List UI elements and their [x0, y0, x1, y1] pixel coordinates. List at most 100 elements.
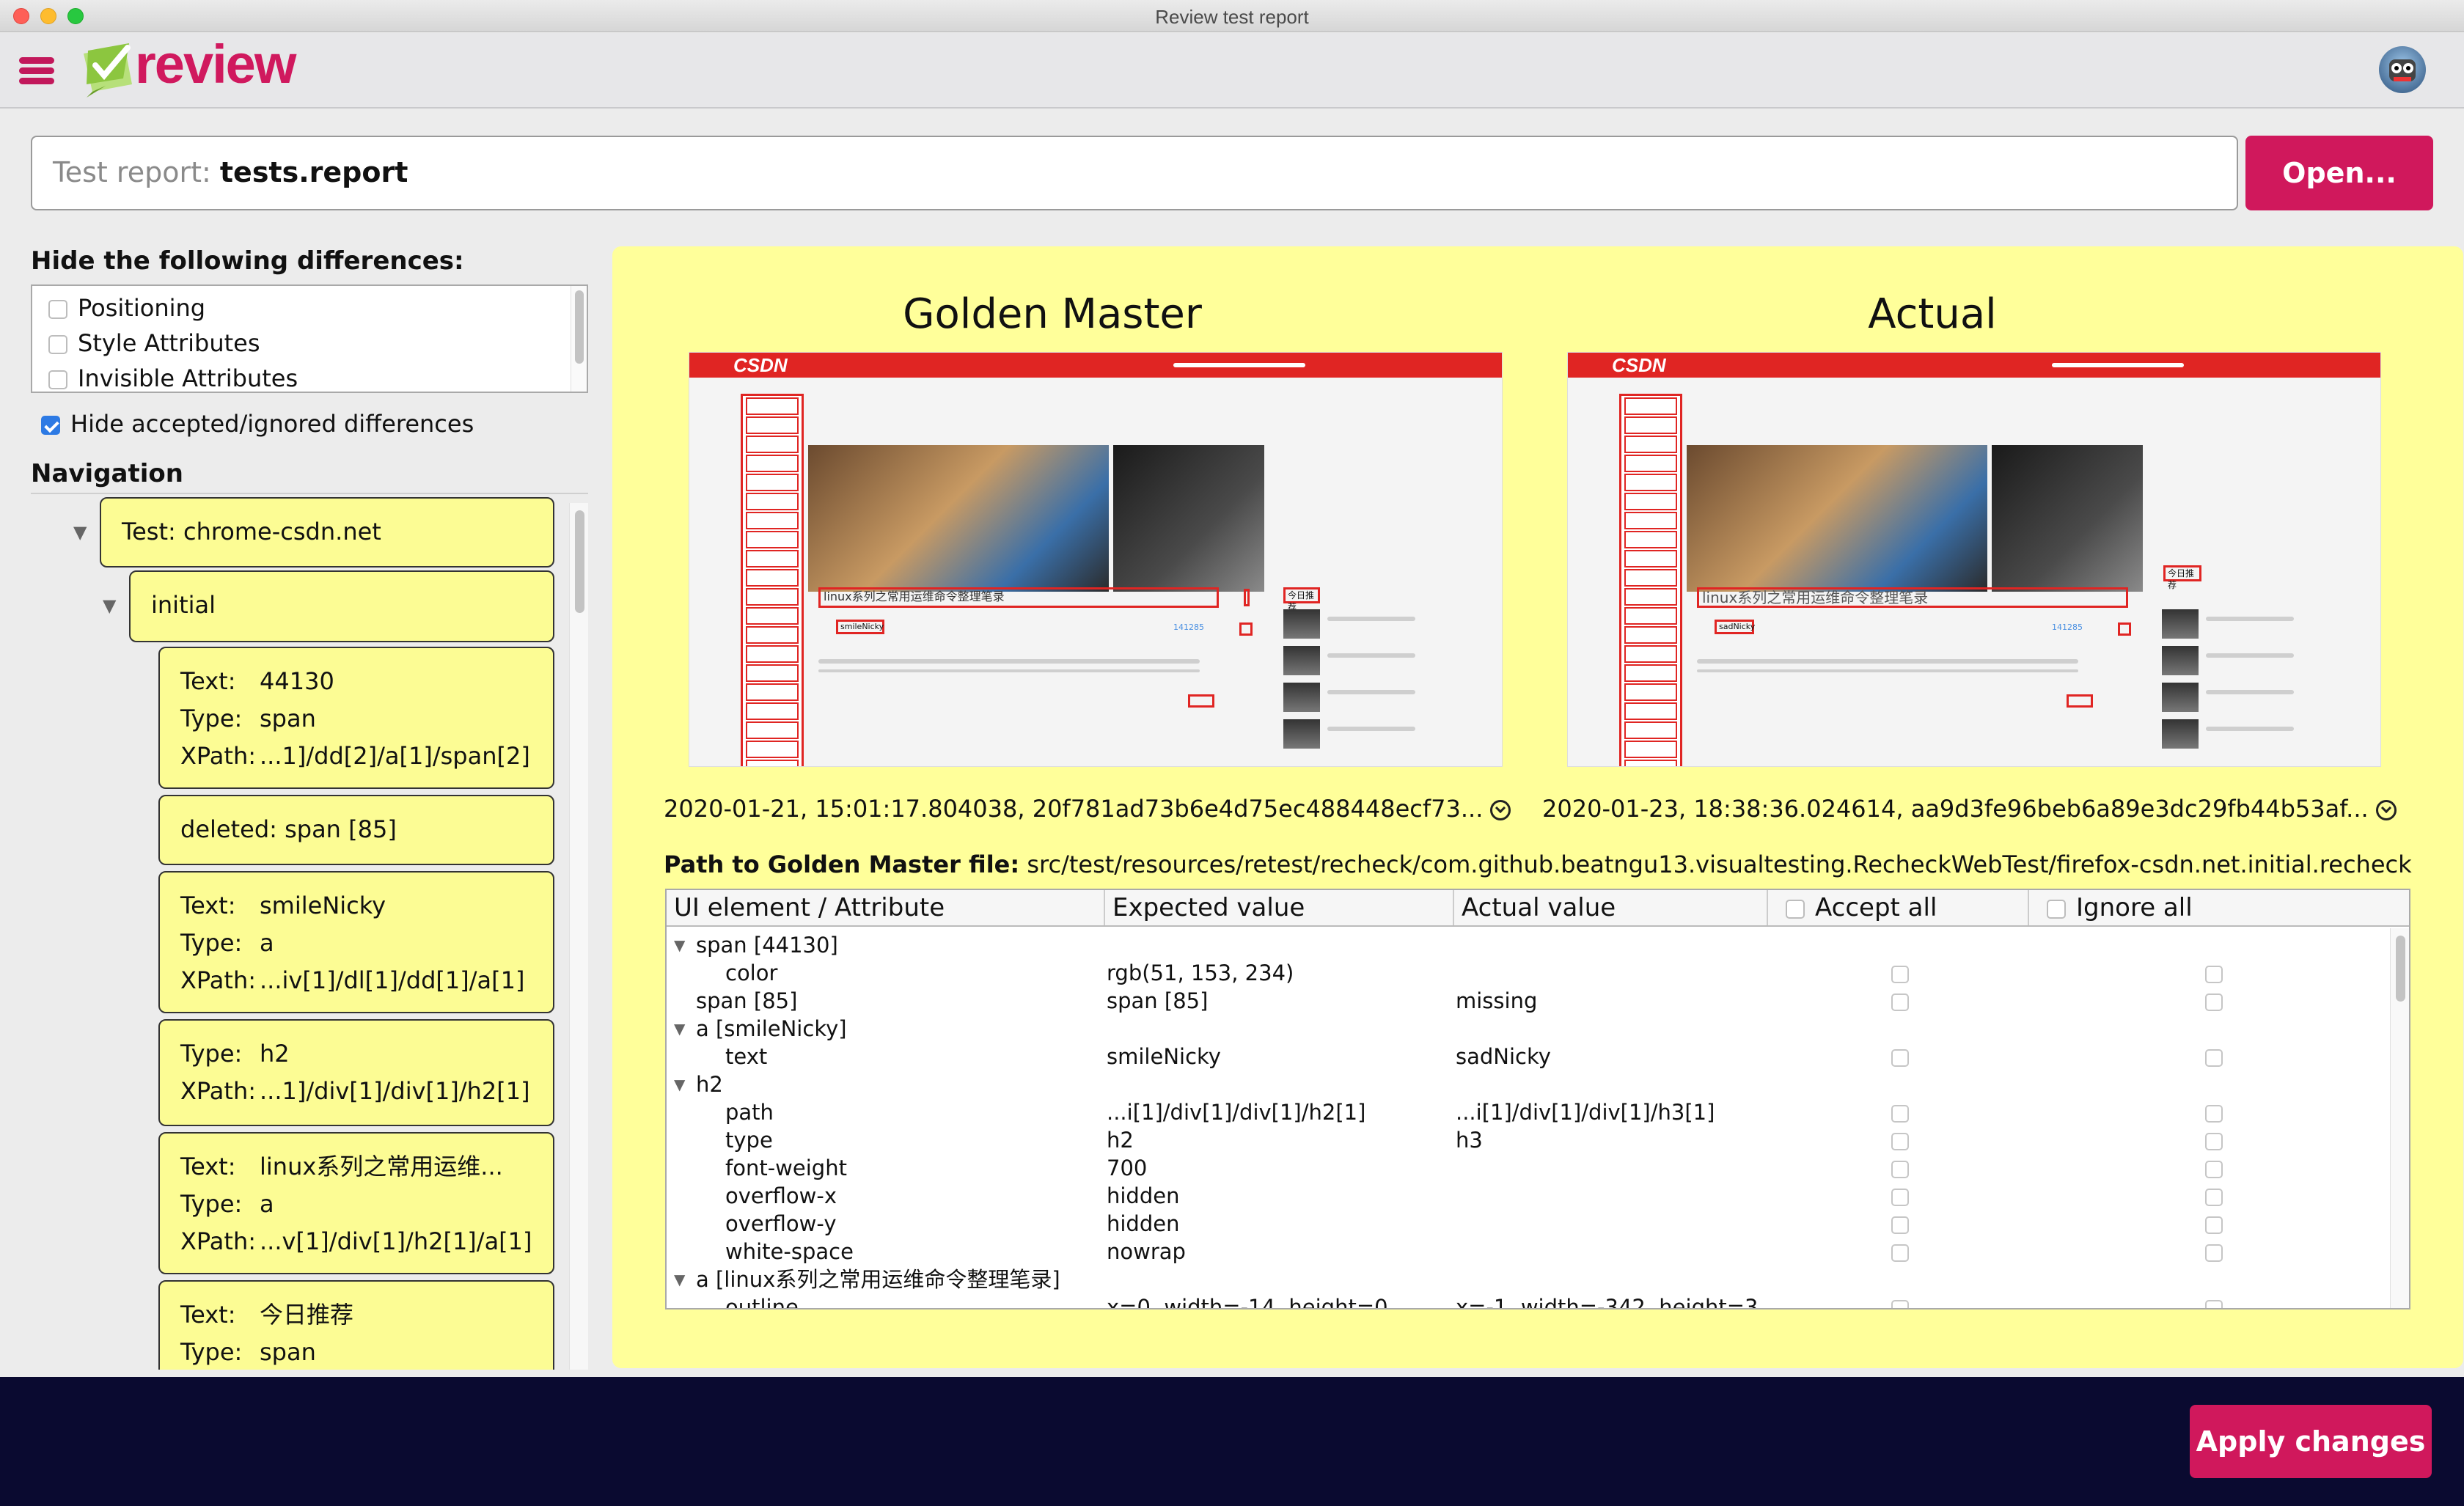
accept-checkbox[interactable]	[1891, 1161, 1909, 1178]
accept-checkbox[interactable]	[1891, 1216, 1909, 1234]
checkbox-icon[interactable]	[48, 300, 67, 319]
table-row[interactable]: font-weight 700	[667, 1154, 2383, 1182]
ignore-checkbox[interactable]	[2205, 1049, 2223, 1067]
filters-heading: Hide the following differences:	[31, 246, 464, 276]
filter-style-attributes[interactable]: Style Attributes	[32, 326, 587, 361]
expand-triangle-icon[interactable]: ▼	[674, 1015, 685, 1043]
table-row[interactable]: color rgb(51, 153, 234)	[667, 959, 2383, 987]
expand-triangle-icon[interactable]: ▼	[103, 595, 116, 616]
ignore-checkbox[interactable]	[2205, 993, 2223, 1011]
cell-element: outline	[725, 1295, 799, 1310]
checkbox-icon[interactable]	[48, 370, 67, 389]
expand-triangle-icon[interactable]: ▼	[674, 1070, 685, 1098]
cell-expected: 700	[1107, 1156, 1148, 1180]
nav-node-value: a	[260, 1190, 274, 1218]
chevron-down-circle-icon[interactable]	[2375, 800, 2397, 820]
column-header-expected[interactable]: Expected value	[1105, 890, 1454, 925]
nav-difference-node[interactable]: Text: smileNicky Type: a XPath: ...iv[1]/dl[1…	[158, 871, 554, 1013]
nav-difference-node[interactable]: deleted: span [85]	[158, 795, 554, 865]
accept-checkbox[interactable]	[1891, 1189, 1909, 1206]
cell-element: path	[725, 1100, 774, 1125]
cell-expected: h2	[1107, 1128, 1134, 1153]
accept-checkbox[interactable]	[1891, 993, 1909, 1011]
navigation-scrollbar[interactable]	[569, 503, 588, 1370]
filters-scrollbar[interactable]	[571, 286, 587, 392]
screenshot-user-label: sadNicky	[1715, 620, 1755, 634]
accept-checkbox[interactable]	[1891, 1049, 1909, 1067]
report-path-field[interactable]: Test report: tests.report	[31, 136, 2238, 210]
ignore-checkbox[interactable]	[2205, 1133, 2223, 1150]
screenshot-highlight-title: linux系列之常用运维命令整理笔录	[1697, 587, 2128, 608]
ignore-all-toggle[interactable]: Ignore all	[2029, 890, 2388, 925]
table-row[interactable]: overflow-y hidden	[667, 1210, 2383, 1238]
hamburger-menu-icon[interactable]	[0, 48, 73, 99]
expand-triangle-icon[interactable]: ▼	[73, 522, 87, 543]
table-row[interactable]: span [85] span [85] missing	[667, 987, 2383, 1015]
nav-node-value: ...1]/dd[2]/a[1]/span[2]	[260, 742, 530, 770]
nav-difference-node[interactable]: Text: 今日推荐 Type: span	[158, 1280, 554, 1370]
table-row[interactable]: overflow-x hidden	[667, 1182, 2383, 1210]
app-logo: review	[135, 34, 296, 95]
nav-difference-node[interactable]: Text: linux系列之常用运维... Type: a XPath: ...v[1]/…	[158, 1132, 554, 1274]
checkbox-icon[interactable]	[1786, 899, 1805, 919]
table-row[interactable]: ▼ h2	[667, 1070, 2383, 1098]
accept-checkbox[interactable]	[1891, 1244, 1909, 1262]
nav-node-line: Text: linux系列之常用运维...	[180, 1148, 532, 1186]
report-value: tests.report	[219, 156, 408, 188]
column-header-element[interactable]: UI element / Attribute	[667, 890, 1105, 925]
table-row[interactable]: ▼ a [smileNicky]	[667, 1015, 2383, 1043]
open-button[interactable]: Open...	[2245, 136, 2433, 210]
actual-screenshot[interactable]: CSDN linux系列之常用运维命令整理笔录 sadNicky 141285 …	[1567, 352, 2381, 767]
filter-invisible-attributes[interactable]: Invisible Attributes	[32, 361, 587, 396]
ignore-checkbox[interactable]	[2205, 1244, 2223, 1262]
nav-node-line: XPath: ...v[1]/div[1]/h2[1]/a[1]	[180, 1223, 532, 1260]
ignore-checkbox[interactable]	[2205, 1161, 2223, 1178]
ignore-checkbox[interactable]	[2205, 1189, 2223, 1206]
golden-master-screenshot[interactable]: CSDN linux系列之常用运维命令整理笔录 smileNicky 14128…	[689, 352, 1503, 767]
table-row[interactable]: outline x=0, width=-14, height=0 x=-1, wid…	[667, 1293, 2383, 1310]
table-row[interactable]: ▼ a [linux系列之常用运维命令整理笔录]	[667, 1266, 2383, 1293]
accept-checkbox[interactable]	[1891, 1300, 1909, 1308]
nav-difference-node[interactable]: Text: 44130 Type: span XPath: ...1]/dd[2]/a[1…	[158, 647, 554, 789]
accept-checkbox[interactable]	[1891, 1133, 1909, 1150]
nav-state-node[interactable]: initial	[129, 570, 554, 642]
checkbox-checked-icon[interactable]	[41, 416, 60, 435]
table-row[interactable]: ▼ span [44130]	[667, 931, 2383, 959]
nav-node-value: 今日推荐	[260, 1301, 354, 1329]
user-avatar[interactable]	[2379, 46, 2426, 93]
nav-difference-node[interactable]: Type: h2 XPath: ...1]/div[1]/div[1]/h2[1]	[158, 1019, 554, 1126]
screenshot-recommend-label: 今日推荐	[2163, 565, 2201, 590]
checkbox-icon[interactable]	[2047, 899, 2066, 919]
scrollbar-thumb[interactable]	[575, 290, 584, 364]
table-row[interactable]: text smileNicky sadNicky	[667, 1043, 2383, 1070]
cell-element: a [smileNicky]	[696, 1016, 847, 1041]
actual-meta: 2020-01-23, 18:38:36.024614, aa9d3fe96be…	[1542, 795, 2397, 823]
hide-accepted-toggle[interactable]: Hide accepted/ignored differences	[41, 409, 474, 438]
nav-test-node[interactable]: Test: chrome-csdn.net	[100, 497, 554, 567]
table-scrollbar[interactable]	[2390, 928, 2409, 1308]
table-row[interactable]: white-space nowrap	[667, 1238, 2383, 1266]
nav-node-value: linux系列之常用运维...	[260, 1153, 503, 1180]
ignore-checkbox[interactable]	[2205, 1300, 2223, 1308]
checkbox-icon[interactable]	[48, 335, 67, 354]
bottom-bar	[0, 1377, 2464, 1506]
cell-element: white-space	[725, 1239, 854, 1264]
column-header-actual[interactable]: Actual value	[1454, 890, 1768, 925]
filter-positioning[interactable]: Positioning	[32, 290, 587, 326]
ignore-checkbox[interactable]	[2205, 966, 2223, 983]
table-row[interactable]: type h2 h3	[667, 1126, 2383, 1154]
chevron-down-circle-icon[interactable]	[1490, 800, 1511, 820]
scrollbar-thumb[interactable]	[575, 510, 584, 613]
ignore-checkbox[interactable]	[2205, 1216, 2223, 1234]
accept-checkbox[interactable]	[1891, 1105, 1909, 1123]
golden-master-title: Golden Master	[903, 290, 1202, 338]
window-titlebar: Review test report	[0, 0, 2464, 32]
accept-all-toggle[interactable]: Accept all	[1768, 890, 2029, 925]
expand-triangle-icon[interactable]: ▼	[674, 1266, 685, 1293]
scrollbar-thumb[interactable]	[2396, 936, 2405, 1002]
expand-triangle-icon[interactable]: ▼	[674, 931, 685, 959]
apply-changes-button[interactable]: Apply changes	[2190, 1405, 2432, 1478]
accept-checkbox[interactable]	[1891, 966, 1909, 983]
table-row[interactable]: path ...i[1]/div[1]/div[1]/h2[1] ...i[1]/d…	[667, 1098, 2383, 1126]
ignore-checkbox[interactable]	[2205, 1105, 2223, 1123]
